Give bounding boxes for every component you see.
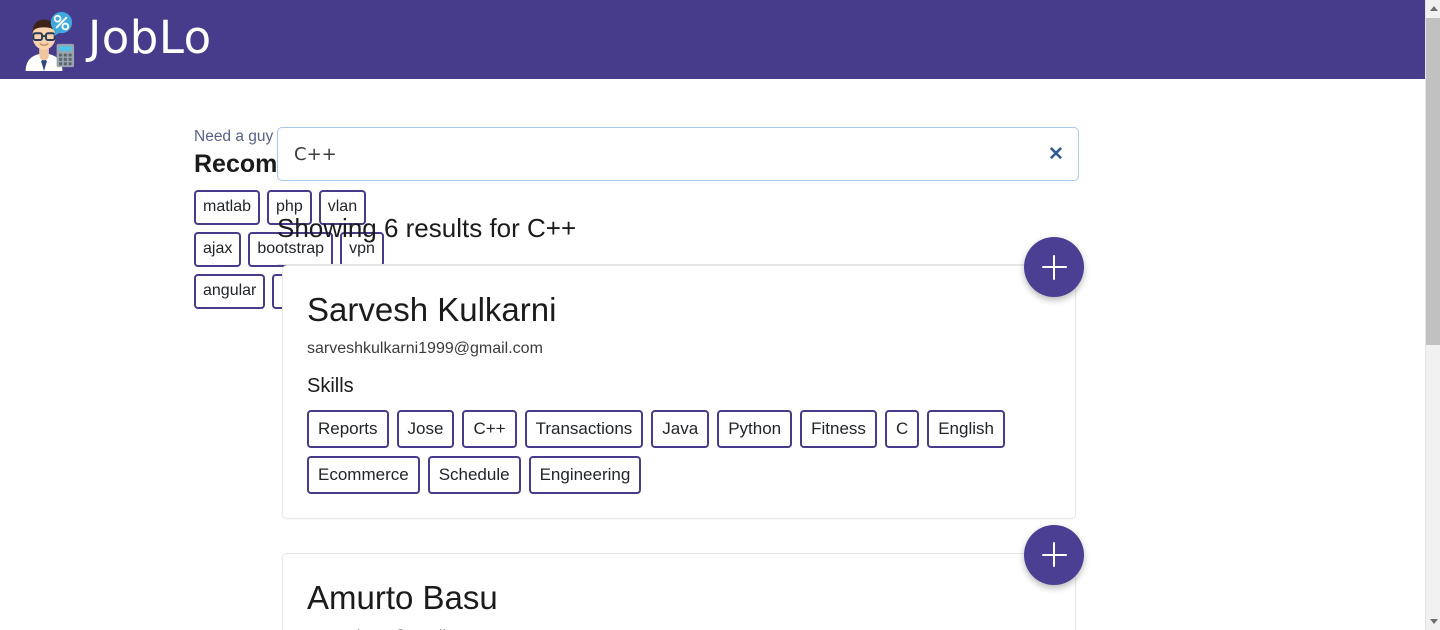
scrollbar-thumb[interactable]: [1426, 18, 1440, 345]
brand-title: JobLo: [88, 11, 212, 64]
result-card-slot: Amurto Basu amurtobasu@gmail.com Skills: [277, 524, 1084, 630]
person-skill-chip[interactable]: Transactions: [524, 409, 644, 448]
search-results-main: ✕ Showing 6 results for C++ Sarvesh Kulk…: [277, 127, 1084, 630]
plus-icon: [1052, 542, 1056, 568]
search-input[interactable]: [278, 128, 1034, 180]
person-email: sarveshkulkarni1999@gmail.com: [307, 340, 543, 358]
app-header: JobLo: [0, 0, 1425, 79]
page-scrollbar[interactable]: [1425, 0, 1440, 630]
add-candidate-button[interactable]: [1024, 237, 1084, 298]
results-heading: Showing 6 results for C++: [277, 213, 577, 243]
person-skill-chip[interactable]: Jose: [396, 409, 455, 448]
result-card[interactable]: Amurto Basu amurtobasu@gmail.com Skills: [282, 552, 1076, 630]
search-box[interactable]: ✕: [277, 127, 1079, 181]
person-skill-chip[interactable]: Java: [651, 409, 710, 448]
result-card-slot: Sarvesh Kulkarni sarveshkulkarni1999@gma…: [277, 237, 1084, 519]
caret-up-icon[interactable]: [1426, 0, 1440, 17]
recommended-skills-sidebar: Need a guy for a position? Recommended s…: [0, 127, 443, 310]
page-root: JobLo Need a guy for a position? Recomme…: [0, 0, 1425, 630]
result-card[interactable]: Sarvesh Kulkarni sarveshkulkarni1999@gma…: [282, 265, 1076, 519]
person-skill-chip[interactable]: English: [927, 409, 1005, 448]
person-skill-chip[interactable]: Fitness: [800, 409, 877, 448]
person-skill-list: Reports Jose C++ Transactions Java Pytho…: [307, 409, 1037, 494]
person-skill-chip[interactable]: Engineering: [528, 455, 642, 494]
recommended-skill-chip[interactable]: ajax: [194, 232, 242, 268]
person-skill-chip[interactable]: Schedule: [427, 455, 521, 494]
person-name: Amurto Basu: [307, 578, 498, 616]
person-skill-chip[interactable]: Python: [717, 409, 793, 448]
caret-down-icon[interactable]: [1426, 613, 1440, 630]
person-skill-chip[interactable]: Ecommerce: [307, 455, 420, 494]
skills-label: Skills: [307, 374, 354, 397]
person-skill-chip[interactable]: C++: [462, 409, 517, 448]
close-x-icon[interactable]: ✕: [1034, 128, 1078, 180]
content-wrap: Need a guy for a position? Recommended s…: [0, 79, 1425, 630]
person-skill-chip[interactable]: C: [884, 409, 920, 448]
app-viewport: JobLo Need a guy for a position? Recomme…: [0, 0, 1440, 630]
person-skill-chip[interactable]: Reports: [307, 409, 389, 448]
recommended-skill-chip[interactable]: angular: [194, 274, 266, 310]
recommended-skill-chip[interactable]: matlab: [194, 190, 261, 226]
person-name: Sarvesh Kulkarni: [307, 291, 557, 329]
office-worker-accountant-icon: [14, 9, 76, 71]
add-candidate-button[interactable]: [1024, 524, 1084, 585]
plus-icon: [1052, 254, 1056, 280]
